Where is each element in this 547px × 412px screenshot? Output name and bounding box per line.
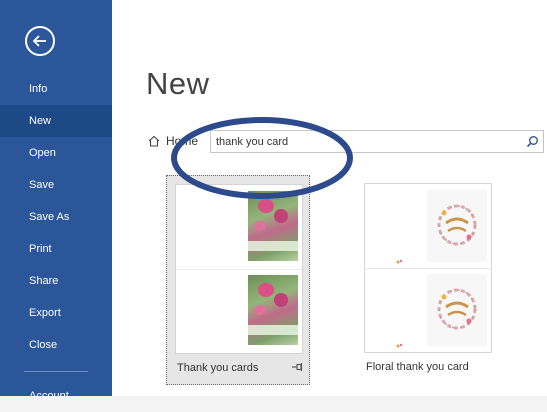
template-label[interactable]: Thank you cards bbox=[177, 362, 258, 374]
nav-open[interactable]: Open bbox=[0, 137, 112, 169]
template-floral-thank-you-card[interactable]: Floral thank you card bbox=[356, 175, 500, 385]
nav-divider bbox=[24, 371, 88, 372]
nav-close[interactable]: Close bbox=[0, 329, 112, 361]
back-button[interactable] bbox=[25, 26, 55, 56]
card-front-top bbox=[365, 184, 491, 269]
nav-save-as[interactable]: Save As bbox=[0, 201, 112, 233]
main-panel: New Home thank you card Thank you cards … bbox=[112, 0, 547, 396]
nav-print[interactable]: Print bbox=[0, 233, 112, 265]
floral-wreath-image bbox=[427, 190, 487, 262]
floral-wreath-image bbox=[427, 274, 487, 346]
home-breadcrumb[interactable]: Home bbox=[148, 134, 198, 148]
template-thank-you-cards[interactable]: Thank you cards bbox=[166, 175, 310, 385]
home-label[interactable]: Home bbox=[166, 134, 198, 148]
nav-account[interactable]: Account bbox=[0, 380, 112, 412]
card-front-top bbox=[176, 185, 302, 270]
template-thumbnail[interactable] bbox=[175, 184, 303, 354]
card-front-bottom bbox=[365, 268, 491, 352]
flower-photo bbox=[248, 275, 298, 345]
search-input[interactable] bbox=[216, 134, 516, 150]
search-icon[interactable] bbox=[526, 135, 539, 148]
nav-export[interactable]: Export bbox=[0, 297, 112, 329]
flower-photo bbox=[248, 191, 298, 261]
template-thumbnail[interactable] bbox=[364, 183, 492, 353]
pin-icon[interactable] bbox=[291, 362, 303, 372]
nav-new[interactable]: New bbox=[0, 105, 112, 137]
page-title: New bbox=[146, 66, 210, 101]
template-search-box[interactable] bbox=[210, 130, 544, 153]
back-arrow-icon bbox=[32, 35, 46, 47]
card-front-bottom bbox=[176, 269, 302, 353]
nav-info[interactable]: Info bbox=[0, 73, 112, 105]
nav-share[interactable]: Share bbox=[0, 265, 112, 297]
home-icon bbox=[148, 135, 160, 147]
backstage-sidebar: Info New Open Save Save As Print Share E… bbox=[0, 0, 112, 402]
template-label[interactable]: Floral thank you card bbox=[366, 361, 469, 373]
nav-save[interactable]: Save bbox=[0, 169, 112, 201]
